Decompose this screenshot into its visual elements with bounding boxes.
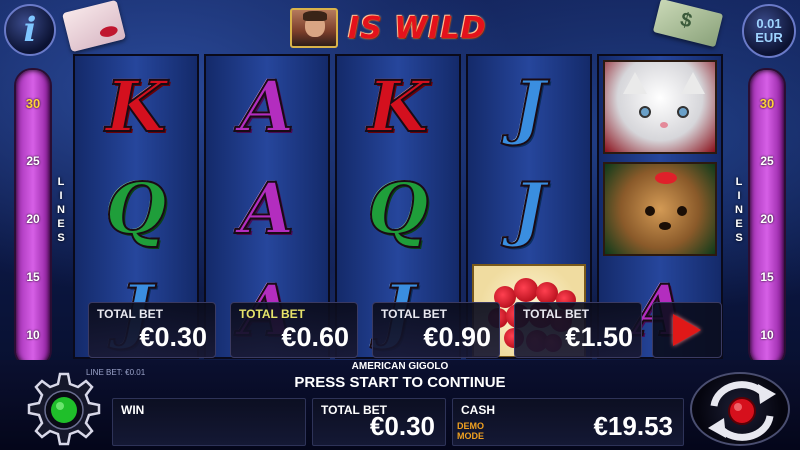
bet-option-label: TOTAL BET (381, 307, 447, 321)
reel-cell: J (468, 56, 590, 158)
lines-25-right[interactable]: 25 (750, 154, 784, 168)
bet-option-value: €1.50 (565, 322, 633, 352)
symbol-j: J (511, 167, 546, 250)
symbol-q: Q (367, 167, 430, 250)
bet-option-label: TOTAL BET (523, 307, 589, 321)
total-bet-value: €0.30 (369, 411, 435, 441)
info-button[interactable]: i (4, 4, 56, 56)
symbol-k: K (367, 65, 430, 148)
lines-25-left[interactable]: 25 (16, 154, 50, 168)
bet-option-1[interactable]: TOTAL BET €0.30 (88, 302, 216, 358)
lines-20-right[interactable]: 20 (750, 212, 784, 226)
reel-cell: A (206, 56, 328, 158)
denomination-value: 0.01 (756, 15, 782, 31)
lines-bar-right: 30 25 20 15 10 (748, 68, 786, 368)
lines-30-right[interactable]: 30 (750, 96, 784, 111)
reel-cell: J (468, 158, 590, 260)
info-icon: i (23, 10, 37, 50)
symbol-q: Q (105, 167, 168, 250)
cash-label: CASH (461, 403, 496, 417)
cash-panel: CASH DEMO MODE €19.53 (452, 398, 684, 446)
lines-20-left[interactable]: 20 (16, 212, 50, 226)
bet-option-value: €0.60 (281, 322, 349, 352)
win-panel: WIN (112, 398, 306, 446)
lines-15-left[interactable]: 15 (16, 270, 50, 284)
reel-cell (599, 158, 721, 260)
autoplay-button[interactable] (690, 372, 790, 446)
play-icon (673, 314, 701, 346)
total-bet-panel: TOTAL BET €0.30 (312, 398, 446, 446)
lines-30-left[interactable]: 30 (16, 96, 50, 111)
symbol-a: A (239, 167, 295, 250)
demo-mode-line2: MODE (457, 431, 484, 441)
cat-icon (603, 60, 717, 154)
lines-label-left: LINES (57, 176, 65, 244)
wild-text: IS WILD (348, 10, 487, 46)
autoplay-icon (708, 381, 776, 441)
bet-option-3[interactable]: TOTAL BET €0.90 (372, 302, 500, 358)
reel-cell: A (206, 158, 328, 260)
bet-option-2[interactable]: TOTAL BET €0.60 (230, 302, 358, 358)
lines-10-left[interactable]: 10 (16, 328, 50, 342)
bet-option-label: TOTAL BET (239, 307, 305, 321)
wild-banner: IS WILD (290, 8, 486, 48)
denomination-currency: EUR (755, 30, 783, 45)
lines-bar-left: 30 25 20 15 10 (14, 68, 52, 368)
play-button[interactable] (652, 302, 722, 358)
wild-portrait-icon (290, 8, 338, 48)
settings-gear-button[interactable] (26, 372, 102, 448)
reel-cell: K (75, 56, 197, 158)
settings-light (51, 397, 77, 423)
bet-option-value: €0.90 (423, 322, 491, 352)
dog-icon (603, 162, 717, 256)
lips-icon (98, 24, 119, 39)
lines-15-right[interactable]: 15 (750, 270, 784, 284)
symbol-k: K (105, 65, 168, 148)
reel-cell (599, 56, 721, 158)
demo-mode-badge: DEMO MODE (457, 421, 484, 441)
denomination-button[interactable]: 0.01 EUR (742, 4, 796, 58)
reel-cell: Q (75, 158, 197, 260)
demo-mode-line1: DEMO (457, 421, 484, 431)
lines-label-right: LINES (735, 176, 743, 244)
bet-option-label: TOTAL BET (97, 307, 163, 321)
bet-option-value: €0.30 (139, 322, 207, 352)
symbol-a: A (239, 65, 295, 148)
reel-cell: Q (337, 158, 459, 260)
gear-icon (27, 372, 101, 446)
symbol-j: J (511, 65, 546, 148)
cash-value: €19.53 (593, 411, 673, 441)
win-label: WIN (121, 403, 145, 417)
reel-cell: K (337, 56, 459, 158)
lines-10-right[interactable]: 10 (750, 328, 784, 342)
bet-option-4[interactable]: TOTAL BET €1.50 (514, 302, 642, 358)
